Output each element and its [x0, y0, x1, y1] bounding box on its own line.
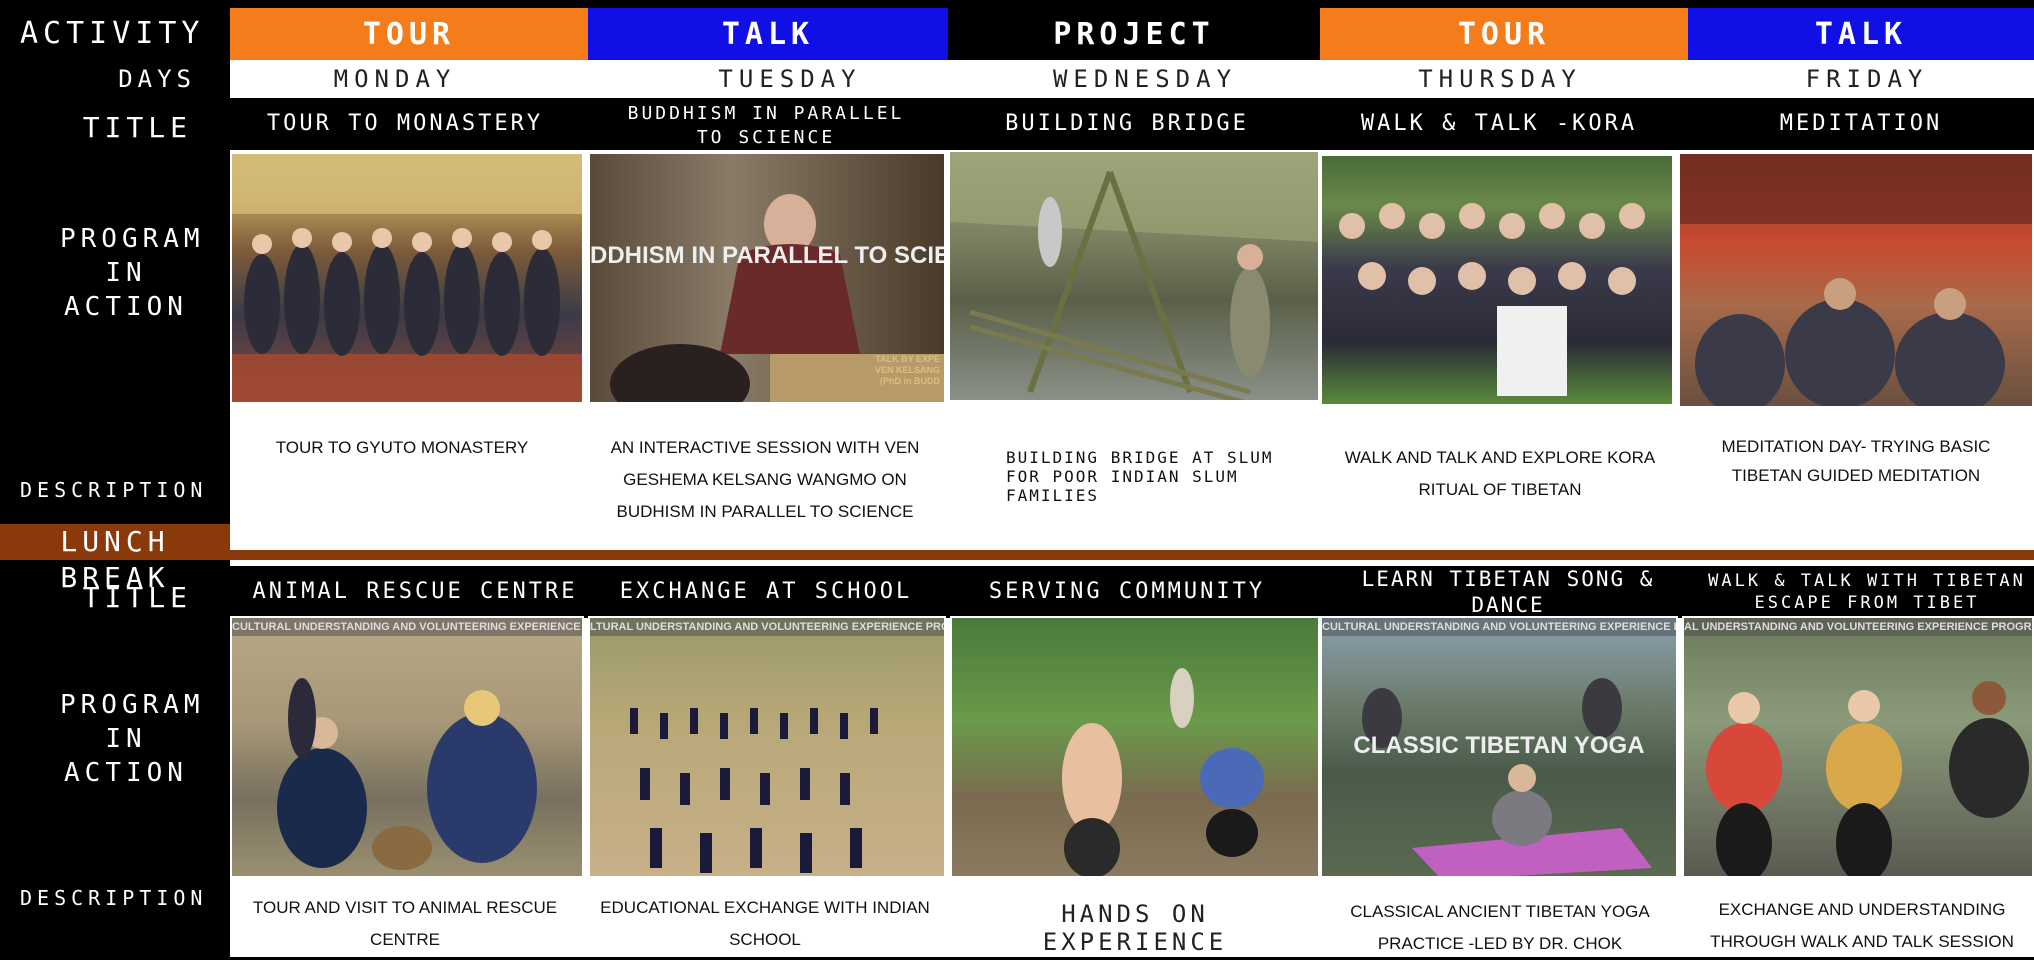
- program2-line-1: PROGRAM: [60, 690, 205, 720]
- morning-desc-friday: MEDITATION DAY- TRYING BASIC TIBETAN GUI…: [1721, 437, 1991, 485]
- activity-header-friday: TALK: [1688, 8, 2034, 60]
- morning-title-wednesday: BUILDING BRIDGE: [1005, 111, 1249, 136]
- day-wednesday: WEDNESDAY: [960, 60, 1330, 98]
- morning-title-thursday: WALK & TALK -KORA: [1360, 111, 1638, 136]
- afternoon-title-tuesday: EXCHANGE AT SCHOOL: [619, 579, 913, 604]
- sidebar-activity-label: ACTIVITY: [20, 16, 205, 51]
- lunch-divider-bar: [230, 550, 2034, 560]
- day-thursday: THURSDAY: [1320, 60, 1680, 98]
- meditation-hall-photo: [1678, 152, 2034, 408]
- activity-header-monday: TOUR: [230, 8, 588, 60]
- yoga-overlay-text: CLASSIC TIBETAN YOGA: [1353, 732, 1645, 759]
- watermark-text: CULTURAL UNDERSTANDING AND VOLUNTEERING …: [1322, 618, 1676, 636]
- day-tuesday: TUESDAY: [600, 60, 980, 98]
- walk-talk-tibetan-photo: AL UNDERSTANDING AND VOLUNTEERING EXPERI…: [1682, 616, 2034, 878]
- sidebar-program2-label: PROGRAM IN ACTION: [20, 688, 205, 790]
- morning-desc-wednesday: BUILDING BRIDGE AT SLUM FOR POOR INDIAN …: [1006, 448, 1274, 505]
- digging-community-photo: [950, 616, 1320, 878]
- nun-talk-photo: DDHISM IN PARALLEL TO SCIENC TALK BY EXP…: [588, 152, 946, 404]
- morning-title-tuesday: BUDDHISM IN PARALLEL TO SCIENCE: [627, 103, 905, 148]
- kora-group-selfie-photo: [1320, 154, 1674, 406]
- activity-header-tuesday: TALK: [588, 8, 948, 60]
- afternoon-desc-thursday: CLASSICAL ANCIENT TIBETAN YOGA PRACTICE …: [1350, 902, 1650, 953]
- sidebar-days-label: DAYS: [118, 65, 196, 93]
- afternoon-title-thursday: LEARN TIBETAN SONG & DANCE: [1361, 567, 1655, 617]
- animal-rescue-illustration: [277, 678, 537, 870]
- day-friday: FRIDAY: [1700, 60, 2034, 98]
- digging-illustration: [1062, 668, 1264, 876]
- program-line-3: ACTION: [64, 292, 188, 322]
- program-line-2: IN: [105, 258, 147, 288]
- activity-header-thursday: TOUR: [1320, 8, 1688, 60]
- afternoon-title-wednesday: SERVING COMMUNITY: [988, 579, 1266, 604]
- morning-desc-thursday: WALK AND TALK AND EXPLORE KORA RITUAL OF…: [1344, 448, 1656, 499]
- afternoon-title-monday: ANIMAL RESCUE CENTRE: [252, 579, 578, 604]
- photo-overlay-buddhism-text: DDHISM IN PARALLEL TO SCIENC: [590, 242, 946, 269]
- watermark-text: AL UNDERSTANDING AND VOLUNTEERING EXPERI…: [1684, 618, 2032, 636]
- sidebar-description2-label: DESCRIPTION: [20, 886, 208, 910]
- watermark-text: LTURAL UNDERSTANDING AND VOLUNTEERING EX…: [590, 618, 944, 636]
- bamboo-bridge-photo: [948, 150, 1320, 402]
- morning-desc-monday: TOUR TO GYUTO MONASTERY: [275, 438, 529, 457]
- afternoon-desc-tuesday: EDUCATIONAL EXCHANGE WITH INDIAN SCHOOL: [600, 898, 930, 949]
- walk-talk-illustration: [1706, 681, 2029, 876]
- school-assembly-photo: LTURAL UNDERSTANDING AND VOLUNTEERING EX…: [588, 616, 946, 878]
- morning-title-friday: MEDITATION: [1779, 111, 1943, 136]
- afternoon-title-friday: WALK & TALK WITH TIBETAN ESCAPE FROM TIB…: [1708, 571, 2026, 613]
- school-assembly-illustration: [630, 708, 878, 873]
- activity-header-wednesday: PROJECT: [948, 8, 1320, 60]
- sidebar-title-label: TITLE: [82, 111, 192, 144]
- program-line-1: PROGRAM: [60, 224, 205, 254]
- sidebar-description-label: DESCRIPTION: [20, 478, 208, 502]
- tibetan-yoga-photo: CULTURAL UNDERSTANDING AND VOLUNTEERING …: [1320, 616, 1678, 878]
- sidebar-title2-label: TITLE: [82, 581, 192, 614]
- sidebar-program-label: PROGRAM IN ACTION: [20, 222, 205, 324]
- day-monday: MONDAY: [230, 60, 560, 98]
- afternoon-desc-monday: TOUR AND VISIT TO ANIMAL RESCUE CENTRE: [252, 898, 558, 949]
- lunch-break-banner: LUNCH BREAK: [0, 524, 230, 594]
- meditation-hall-illustration: [1680, 154, 2032, 406]
- bamboo-bridge-illustration: [950, 152, 1318, 400]
- group-at-monastery-photo: [230, 152, 584, 404]
- monastery-group-illustration: [232, 154, 582, 402]
- afternoon-desc-friday: EXCHANGE AND UNDERSTANDING THROUGH WALK …: [1710, 900, 2014, 951]
- photo-caption-small: TALK BY EXPE VEN KELSANG (PhD in BUDD: [874, 354, 940, 386]
- afternoon-desc-wednesday: HANDS ON EXPERIENCE: [1042, 900, 1228, 956]
- program2-line-3: ACTION: [64, 758, 188, 788]
- animal-rescue-photo: CULTURAL UNDERSTANDING AND VOLUNTEERING …: [230, 616, 584, 878]
- morning-title-monday: TOUR TO MONASTERY: [266, 111, 544, 136]
- watermark-text: CULTURAL UNDERSTANDING AND VOLUNTEERING …: [232, 618, 582, 636]
- selfie-group-illustration: [1339, 203, 1645, 396]
- program2-line-2: IN: [105, 724, 147, 754]
- morning-desc-tuesday: AN INTERACTIVE SESSION WITH VEN GESHEMA …: [610, 438, 920, 521]
